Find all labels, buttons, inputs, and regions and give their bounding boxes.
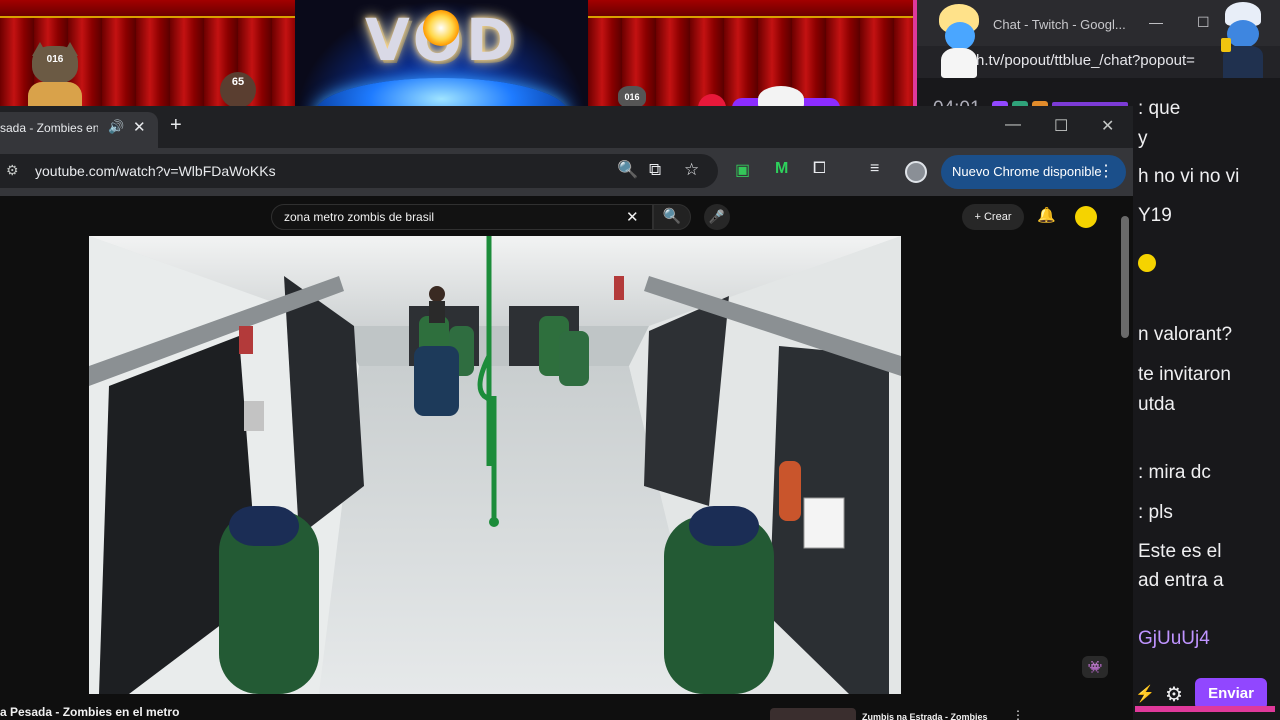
tab-close-icon[interactable]: ✕ bbox=[133, 118, 146, 136]
chat-message: utda bbox=[1138, 394, 1175, 415]
profile-avatar[interactable] bbox=[905, 161, 927, 183]
related-video-thumbnail[interactable] bbox=[770, 708, 856, 720]
twitch-window-title: Chat - Twitch - Googl... bbox=[993, 17, 1126, 32]
extensions-puzzle-icon[interactable]: ⧠ bbox=[813, 160, 826, 178]
site-info-icon[interactable]: ⚙ bbox=[6, 162, 19, 179]
vod-logo-panel: VOD bbox=[295, 0, 588, 108]
tab-audio-icon[interactable]: 🔊 bbox=[108, 119, 124, 135]
media-control-icon[interactable]: ≡ bbox=[870, 160, 879, 178]
cat-avatar: 016 bbox=[26, 42, 84, 108]
chrome-window: sada - Zombies en el metro 🔊 ✕ + — ☐ ✕ ⚙… bbox=[0, 106, 1133, 720]
white-hat-graphic bbox=[758, 86, 804, 108]
voice-search-mic-icon[interactable]: 🎤 bbox=[704, 204, 730, 230]
related-video-more-icon[interactable]: ⋮ bbox=[1012, 708, 1024, 720]
twitch-url: itch.tv/popout/ttblue_/chat?popout= bbox=[961, 52, 1195, 69]
cat-avatar-small-number: 016 bbox=[624, 92, 640, 102]
create-button[interactable]: + Crear bbox=[962, 204, 1024, 230]
search-button[interactable]: 🔍 bbox=[653, 204, 691, 230]
address-bar[interactable]: ⚙ youtube.com/watch?v=WlbFDaWoKKs 🔍 ⧉ ☆ bbox=[0, 154, 718, 188]
install-app-icon[interactable]: ⧉ bbox=[649, 160, 661, 180]
tab-strip: sada - Zombies en el metro 🔊 ✕ + — ☐ ✕ bbox=[0, 106, 1133, 148]
overlay-edge-bar bbox=[1135, 706, 1275, 712]
cat-avatar-small: 016 bbox=[612, 84, 652, 108]
chat-message: : que bbox=[1138, 98, 1181, 119]
smurfette-sticker-icon bbox=[935, 4, 983, 78]
chat-message: : mira dc bbox=[1138, 462, 1211, 483]
zoom-icon[interactable]: 🔍 bbox=[617, 160, 638, 180]
chat-settings-gear-icon[interactable]: ⚙ bbox=[1165, 682, 1183, 707]
tab-title: sada - Zombies en el metro bbox=[0, 121, 98, 135]
video-title: a Pesada - Zombies en el metro bbox=[0, 705, 180, 719]
chat-message: ad entra a bbox=[1138, 570, 1224, 591]
chrome-update-button[interactable]: Nuevo Chrome disponible ⋮ bbox=[941, 155, 1126, 189]
cat-avatar-number: 016 bbox=[46, 54, 64, 65]
new-tab-button[interactable]: + bbox=[170, 114, 182, 137]
window-close-button[interactable]: ✕ bbox=[1101, 116, 1114, 136]
update-label: Nuevo Chrome disponible bbox=[952, 164, 1102, 179]
chrome-menu-icon[interactable]: ⋮ bbox=[1098, 155, 1114, 189]
related-video-title[interactable]: Zumbis na Estrada - Zombies bbox=[862, 712, 988, 720]
chat-message: n valorant? bbox=[1138, 324, 1233, 345]
chat-message: Y19 bbox=[1138, 205, 1172, 226]
address-url: youtube.com/watch?v=WlbFDaWoKKs bbox=[35, 163, 276, 179]
man-avatar: 65 bbox=[214, 72, 262, 108]
notifications-bell-icon[interactable]: 🔔 bbox=[1037, 206, 1056, 224]
browser-toolbar: ⚙ youtube.com/watch?v=WlbFDaWoKKs 🔍 ⧉ ☆ … bbox=[0, 148, 1133, 196]
twitch-minimize-button[interactable]: — bbox=[1149, 14, 1163, 30]
sun-graphic bbox=[423, 10, 459, 46]
youtube-search-input[interactable]: zona metro zombis de brasil ✕ bbox=[271, 204, 653, 230]
twitch-maximize-button[interactable]: ☐ bbox=[1197, 14, 1210, 31]
extension-m-icon[interactable]: M bbox=[775, 160, 788, 178]
chat-message bbox=[1138, 252, 1160, 274]
search-query: zona metro zombis de brasil bbox=[284, 210, 435, 224]
man-avatar-number: 65 bbox=[231, 76, 245, 88]
emoji-reaction-icon[interactable]: 👾 bbox=[1082, 656, 1108, 678]
globe-graphic bbox=[315, 78, 568, 108]
window-maximize-button[interactable]: ☐ bbox=[1054, 116, 1068, 136]
window-minimize-button[interactable]: — bbox=[1005, 116, 1021, 134]
clear-search-icon[interactable]: ✕ bbox=[626, 208, 639, 226]
page-scrollbar[interactable] bbox=[1121, 216, 1129, 338]
chat-link[interactable]: GjUuUj4 bbox=[1138, 628, 1210, 650]
chat-message: : pls bbox=[1138, 502, 1173, 523]
bits-icon[interactable]: ⚡ bbox=[1135, 684, 1155, 704]
chat-message: te invitaron bbox=[1138, 364, 1231, 385]
pacman-emote-icon bbox=[1138, 253, 1156, 272]
badge-icon bbox=[1221, 38, 1231, 52]
stream-overlay: VOD 016 65 016 bbox=[0, 0, 913, 108]
chat-message: y bbox=[1138, 128, 1148, 149]
tab-youtube[interactable]: sada - Zombies en el metro 🔊 ✕ bbox=[0, 112, 158, 148]
youtube-page: zona metro zombis de brasil ✕ 🔍 🎤 + Crea… bbox=[0, 196, 1133, 720]
subway-car-interior bbox=[89, 236, 901, 694]
extension-fdx-icon[interactable]: ▣ bbox=[735, 160, 750, 180]
bookmark-star-icon[interactable]: ☆ bbox=[684, 160, 699, 180]
youtube-account-avatar[interactable] bbox=[1075, 206, 1097, 228]
chat-message: h no vi no vi bbox=[1138, 166, 1240, 187]
video-player[interactable] bbox=[89, 236, 901, 694]
chat-message: Este es el bbox=[1138, 541, 1222, 562]
